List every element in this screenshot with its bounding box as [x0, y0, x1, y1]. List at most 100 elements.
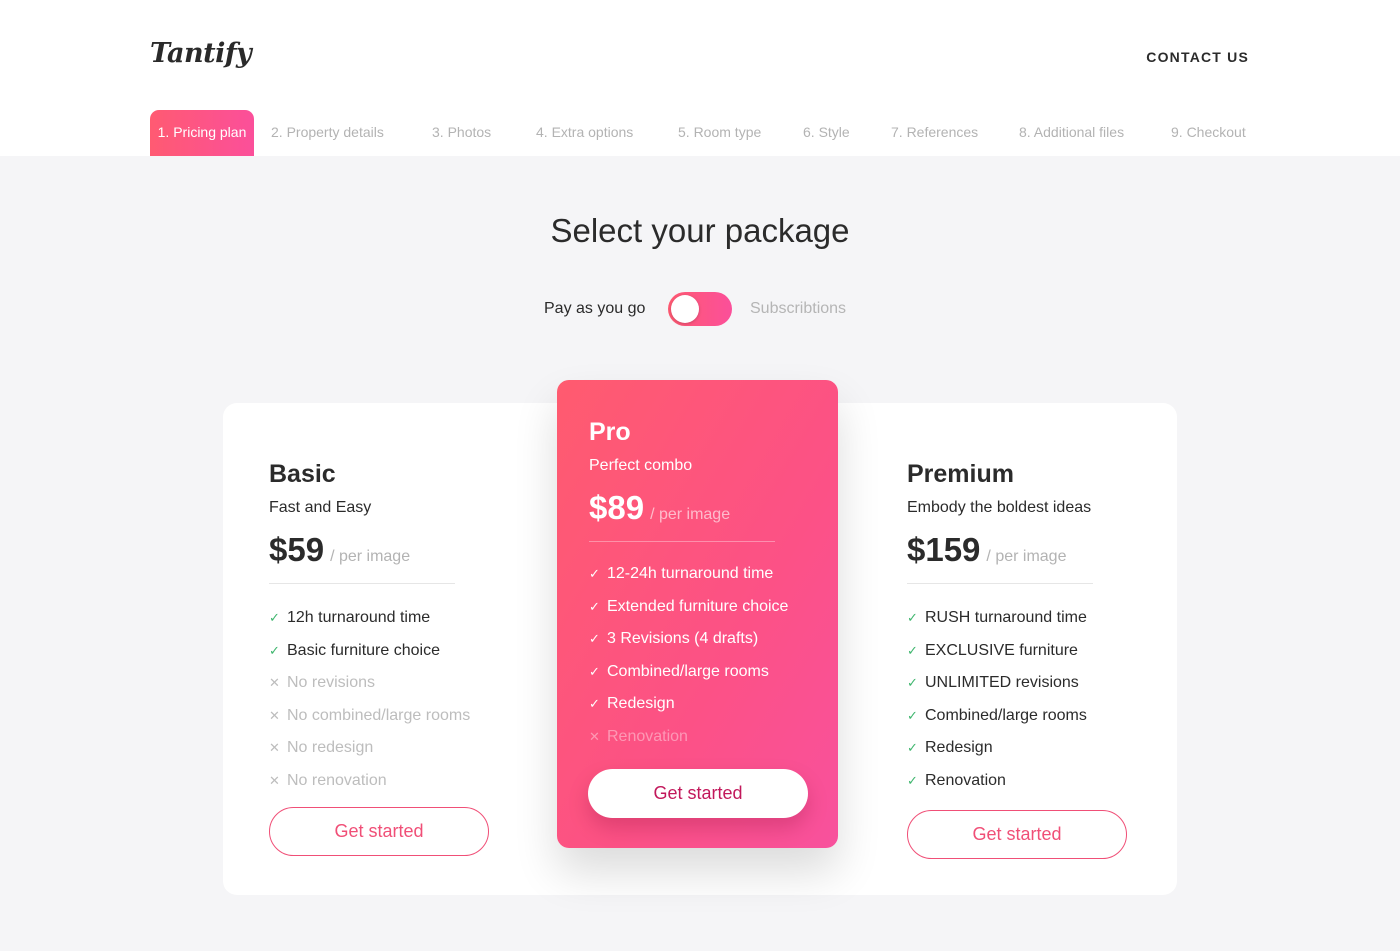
feature-item: ✓ Combined/large rooms — [589, 656, 829, 689]
check-icon: ✓ — [589, 696, 600, 712]
feature-item: ✓ Renovation — [907, 765, 1167, 798]
tantify-logo[interactable]: Tantify — [150, 38, 252, 69]
feature-list: ✓ 12h turnaround time ✓ Basic furniture ch… — [269, 602, 529, 797]
feature-item: ✓ Combined/large rooms — [907, 700, 1167, 733]
price-unit: / per image — [330, 548, 411, 565]
divider — [269, 583, 455, 584]
feature-text: RUSH turnaround time — [925, 609, 1087, 627]
premium-get-started-button[interactable]: Get started — [907, 810, 1127, 859]
feature-text: 3 Revisions (4 drafts) — [607, 630, 759, 648]
feature-text: Renovation — [925, 771, 1006, 789]
cross-icon: ✕ — [269, 707, 280, 723]
step-property-details[interactable]: 2. Property details — [271, 110, 384, 156]
plan-tagline: Fast and Easy — [269, 499, 372, 516]
feature-text: 12h turnaround time — [287, 609, 431, 627]
feature-item: ✕ No redesign — [269, 732, 529, 765]
step-room-type[interactable]: 5. Room type — [678, 110, 761, 156]
feature-text: Combined/large rooms — [607, 662, 769, 680]
check-icon: ✓ — [269, 610, 280, 626]
plan-tagline: Perfect combo — [589, 457, 693, 474]
feature-item: ✓ EXCLUSIVE furniture — [907, 635, 1167, 668]
feature-text: Renovation — [607, 727, 688, 745]
plan-price: $159 — [907, 531, 981, 568]
check-icon: ✓ — [589, 663, 600, 679]
check-icon: ✓ — [589, 598, 600, 614]
cross-icon: ✕ — [589, 728, 600, 744]
check-icon: ✓ — [907, 675, 918, 691]
check-icon: ✓ — [907, 642, 918, 658]
step-extra-options[interactable]: 4. Extra options — [536, 110, 633, 156]
feature-item: ✓ Extended furniture choice — [589, 591, 829, 624]
cross-icon: ✕ — [269, 740, 280, 756]
plan-tagline: Embody the boldest ideas — [907, 499, 1092, 516]
feature-list: ✓ 12-24h turnaround time ✓ Extended furnit… — [589, 558, 829, 753]
feature-item: ✕ No combined/large rooms — [269, 700, 529, 733]
feature-list: ✓ RUSH turnaround time ✓ EXCLUSIVE furnitu… — [907, 602, 1167, 797]
plan-premium: Premium Embody the boldest ideas $159 / p… — [907, 460, 1167, 797]
feature-text: No renovation — [287, 771, 387, 789]
progress-steps: 1. Pricing plan 2. Property details 3. P… — [0, 110, 1400, 156]
step-pricing-plan[interactable]: 1. Pricing plan — [150, 110, 254, 156]
feature-item: ✓ RUSH turnaround time — [907, 602, 1167, 635]
cross-icon: ✕ — [269, 675, 280, 691]
feature-text: Combined/large rooms — [925, 706, 1087, 724]
step-additional-files[interactable]: 8. Additional files — [1019, 110, 1124, 156]
basic-get-started-button[interactable]: Get started — [269, 807, 489, 856]
step-photos[interactable]: 3. Photos — [432, 110, 491, 156]
price-row: $159 / per image — [907, 531, 1167, 569]
divider — [589, 541, 775, 542]
toggle-knob — [671, 295, 699, 323]
subscriptions-label[interactable]: Subscribtions — [750, 300, 846, 318]
feature-text: No combined/large rooms — [287, 706, 471, 724]
plan-name: Pro — [589, 418, 631, 446]
feature-item: ✕ No revisions — [269, 667, 529, 700]
feature-text: 12-24h turnaround time — [607, 565, 774, 583]
price-row: $59 / per image — [269, 531, 529, 569]
feature-text: Redesign — [925, 739, 993, 757]
price-unit: / per image — [650, 506, 731, 523]
feature-text: UNLIMITED revisions — [925, 674, 1079, 692]
pro-get-started-button[interactable]: Get started — [588, 769, 808, 818]
check-icon: ✓ — [269, 642, 280, 658]
check-icon: ✓ — [907, 610, 918, 626]
feature-text: Redesign — [607, 695, 675, 713]
feature-item: ✓ 12-24h turnaround time — [589, 558, 829, 591]
feature-item: ✓ UNLIMITED revisions — [907, 667, 1167, 700]
feature-item: ✕ No renovation — [269, 765, 529, 798]
plan-name: Premium — [907, 460, 1014, 488]
plan-basic: Basic Fast and Easy $59 / per image ✓ 12h … — [269, 460, 529, 797]
contact-us-link[interactable]: CONTACT US — [1146, 49, 1249, 65]
price-row: $89 / per image — [589, 489, 829, 527]
feature-item: ✓ Basic furniture choice — [269, 635, 529, 668]
plan-pro: Pro Perfect combo $89 / per image ✓ 12-24h… — [557, 380, 838, 848]
pay-as-you-go-label[interactable]: Pay as you go — [544, 300, 645, 318]
plan-pro-content: Pro Perfect combo $89 / per image ✓ 12-24h… — [589, 418, 829, 753]
top-header: Tantify CONTACT US 1. Pricing plan 2. Pr… — [0, 0, 1400, 156]
feature-text: EXCLUSIVE furniture — [925, 641, 1078, 659]
billing-toggle-row: Pay as you go Subscribtions — [0, 292, 1400, 326]
feature-text: No revisions — [287, 674, 376, 692]
feature-item: ✓ 12h turnaround time — [269, 602, 529, 635]
feature-text: Extended furniture choice — [607, 597, 789, 615]
plan-price: $89 — [589, 489, 645, 526]
price-unit: / per image — [986, 548, 1067, 565]
step-checkout[interactable]: 9. Checkout — [1171, 110, 1246, 156]
feature-item: ✓ Redesign — [589, 688, 829, 721]
check-icon: ✓ — [907, 707, 918, 723]
check-icon: ✓ — [589, 566, 600, 582]
check-icon: ✓ — [589, 631, 600, 647]
divider — [907, 583, 1093, 584]
feature-item: ✓ 3 Revisions (4 drafts) — [589, 623, 829, 656]
feature-item: ✕ Renovation — [589, 721, 829, 754]
feature-text: Basic furniture choice — [287, 641, 440, 659]
check-icon: ✓ — [907, 772, 918, 788]
check-icon: ✓ — [907, 740, 918, 756]
plan-price: $59 — [269, 531, 325, 568]
feature-text: No redesign — [287, 739, 374, 757]
step-references[interactable]: 7. References — [891, 110, 978, 156]
cross-icon: ✕ — [269, 772, 280, 788]
billing-toggle[interactable] — [668, 292, 732, 326]
plan-name: Basic — [269, 460, 336, 488]
step-style[interactable]: 6. Style — [803, 110, 850, 156]
page-title: Select your package — [550, 212, 850, 249]
